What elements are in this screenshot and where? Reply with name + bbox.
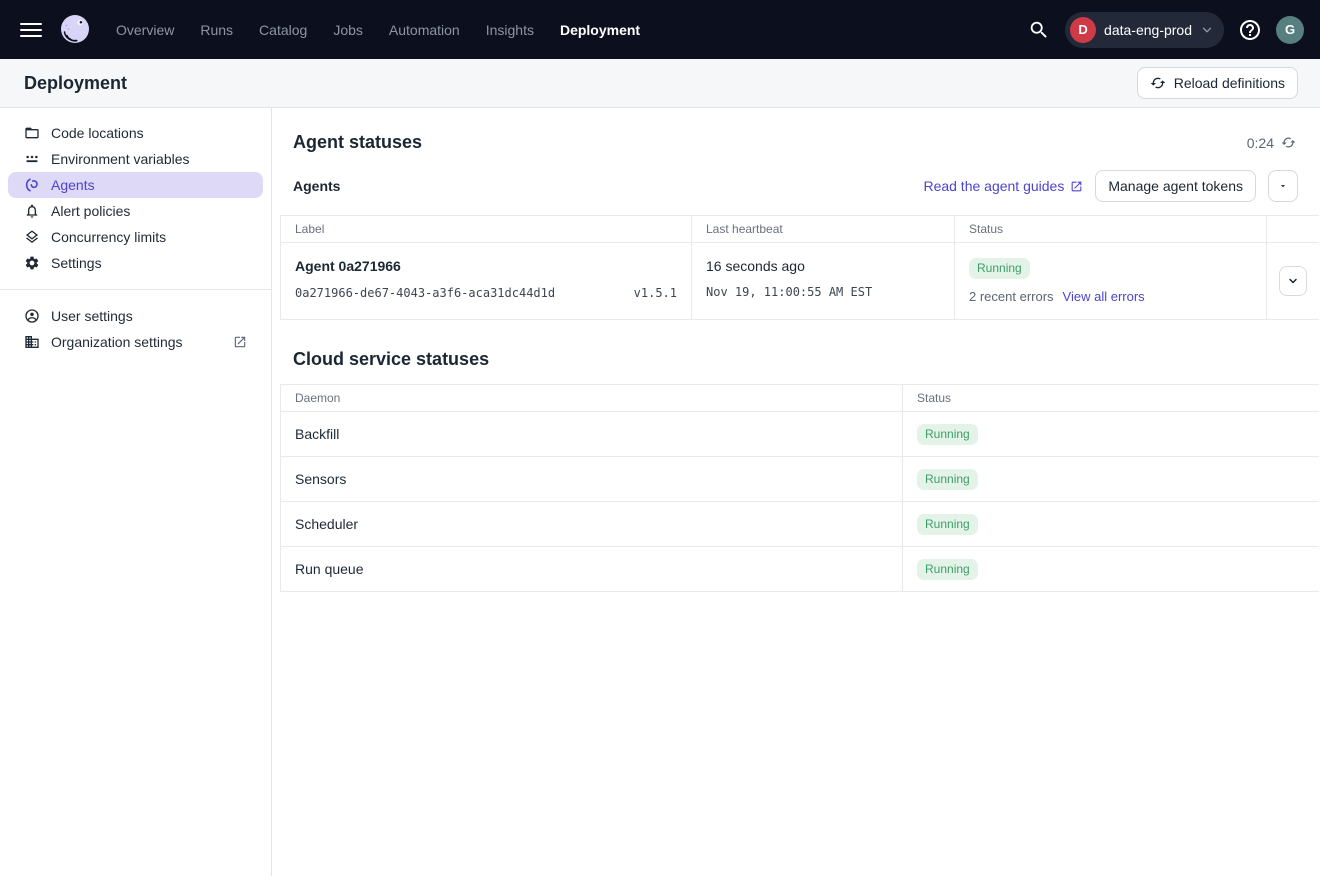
reload-icon: [1150, 75, 1166, 91]
sidebar-item-settings[interactable]: Settings: [8, 250, 263, 276]
agent-guides-label: Read the agent guides: [923, 178, 1064, 194]
sidebar-item-agents[interactable]: Agents: [8, 172, 263, 198]
daemon-name: Backfill: [281, 412, 903, 457]
agents-table: Label Last heartbeat Status Agent 0a2719…: [280, 215, 1319, 320]
external-link-icon: [1070, 180, 1083, 193]
deployment-name: data-eng-prod: [1104, 22, 1192, 38]
page-header: Deployment Reload definitions: [0, 59, 1320, 108]
column-header-daemon: Daemon: [281, 385, 903, 412]
agent-guides-link[interactable]: Read the agent guides: [923, 178, 1083, 194]
help-icon[interactable]: [1234, 14, 1266, 46]
manage-agent-tokens-label: Manage agent tokens: [1108, 178, 1243, 194]
cloud-services-table: Daemon Status Backfill Running Sensors R…: [280, 384, 1319, 592]
daemon-name: Scheduler: [281, 502, 903, 547]
nav-item-overview[interactable]: Overview: [116, 22, 174, 38]
nav-item-catalog[interactable]: Catalog: [259, 22, 307, 38]
agent-icon: [24, 177, 40, 193]
heartbeat-absolute: Nov 19, 11:00:55 AM EST: [706, 285, 940, 299]
refresh-countdown: 0:24: [1247, 135, 1274, 151]
sidebar-item-organization-settings[interactable]: Organization settings: [8, 329, 263, 355]
chevron-down-icon: [1287, 275, 1299, 287]
agent-version: v1.5.1: [634, 286, 677, 300]
deployment-switcher[interactable]: D data-eng-prod: [1065, 12, 1224, 48]
daemon-name: Run queue: [281, 547, 903, 592]
recent-errors-text: 2 recent errors: [969, 289, 1054, 304]
agents-section-label: Agents: [293, 178, 340, 194]
agent-statuses-heading: Agent statuses: [293, 132, 422, 153]
primary-nav: Overview Runs Catalog Jobs Automation In…: [116, 22, 640, 38]
dagster-logo-icon[interactable]: [56, 11, 94, 49]
heartbeat-relative: 16 seconds ago: [706, 258, 940, 274]
agent-id: 0a271966-de67-4043-a3f6-aca31dc44d1d: [295, 286, 555, 300]
agent-label: Agent 0a271966: [295, 258, 677, 274]
sidebar-item-label: Environment variables: [51, 151, 190, 167]
folder-icon: [24, 125, 40, 141]
sidebar-item-label: Concurrency limits: [51, 229, 166, 245]
column-header-label: Label: [281, 216, 692, 243]
status-badge: Running: [969, 258, 1030, 279]
env-vars-icon: [24, 151, 40, 167]
view-all-errors-link[interactable]: View all errors: [1063, 289, 1145, 304]
user-circle-icon: [24, 308, 40, 324]
table-row: Scheduler Running: [281, 502, 1320, 547]
table-row: Sensors Running: [281, 457, 1320, 502]
gear-icon: [24, 255, 40, 271]
refresh-icon[interactable]: [1281, 135, 1296, 150]
status-badge: Running: [917, 424, 978, 445]
agent-row: Agent 0a271966 0a271966-de67-4043-a3f6-a…: [281, 243, 1320, 320]
external-link-icon: [233, 335, 247, 349]
deployment-sidebar: Code locations Environment variables Age…: [0, 108, 272, 876]
agent-actions-dropdown-button[interactable]: [1268, 170, 1298, 202]
sidebar-item-code-locations[interactable]: Code locations: [8, 120, 263, 146]
nav-item-automation[interactable]: Automation: [389, 22, 460, 38]
bell-icon: [24, 203, 40, 219]
sidebar-item-label: Alert policies: [51, 203, 130, 219]
sidebar-item-label: Code locations: [51, 125, 144, 141]
sidebar-item-label: Settings: [51, 255, 102, 271]
daemon-name: Sensors: [281, 457, 903, 502]
sidebar-item-label: User settings: [51, 308, 133, 324]
table-row: Backfill Running: [281, 412, 1320, 457]
sidebar-item-user-settings[interactable]: User settings: [8, 303, 263, 329]
hamburger-menu-icon[interactable]: [20, 18, 44, 42]
reload-definitions-label: Reload definitions: [1174, 75, 1285, 91]
column-header-status: Status: [955, 216, 1267, 243]
cloud-service-statuses-heading: Cloud service statuses: [293, 349, 1296, 370]
sidebar-item-label: Agents: [51, 177, 95, 193]
nav-item-jobs[interactable]: Jobs: [333, 22, 363, 38]
sidebar-divider: [0, 289, 271, 290]
reload-definitions-button[interactable]: Reload definitions: [1137, 67, 1298, 99]
main-panel: Agent statuses 0:24 Agents Read the agen…: [272, 108, 1320, 876]
sidebar-item-concurrency-limits[interactable]: Concurrency limits: [8, 224, 263, 250]
column-header-actions: [1267, 216, 1320, 243]
status-badge: Running: [917, 469, 978, 490]
page-title: Deployment: [24, 73, 127, 94]
status-badge: Running: [917, 559, 978, 580]
layers-icon: [24, 229, 40, 245]
manage-agent-tokens-button[interactable]: Manage agent tokens: [1095, 170, 1256, 202]
column-header-last-heartbeat: Last heartbeat: [692, 216, 955, 243]
top-nav-bar: Overview Runs Catalog Jobs Automation In…: [0, 0, 1320, 59]
column-header-status: Status: [903, 385, 1320, 412]
status-badge: Running: [917, 514, 978, 535]
sidebar-item-alert-policies[interactable]: Alert policies: [8, 198, 263, 224]
nav-item-runs[interactable]: Runs: [200, 22, 233, 38]
caret-down-icon: [1278, 181, 1288, 191]
sidebar-item-label: Organization settings: [51, 334, 183, 350]
deployment-initial-badge: D: [1070, 17, 1096, 43]
nav-item-insights[interactable]: Insights: [486, 22, 534, 38]
agent-row-expand-button[interactable]: [1279, 266, 1307, 296]
user-avatar[interactable]: G: [1276, 16, 1304, 44]
table-row: Run queue Running: [281, 547, 1320, 592]
building-icon: [24, 334, 40, 350]
nav-item-deployment[interactable]: Deployment: [560, 22, 640, 38]
chevron-down-icon: [1200, 23, 1214, 37]
search-icon[interactable]: [1023, 14, 1055, 46]
sidebar-item-environment-variables[interactable]: Environment variables: [8, 146, 263, 172]
